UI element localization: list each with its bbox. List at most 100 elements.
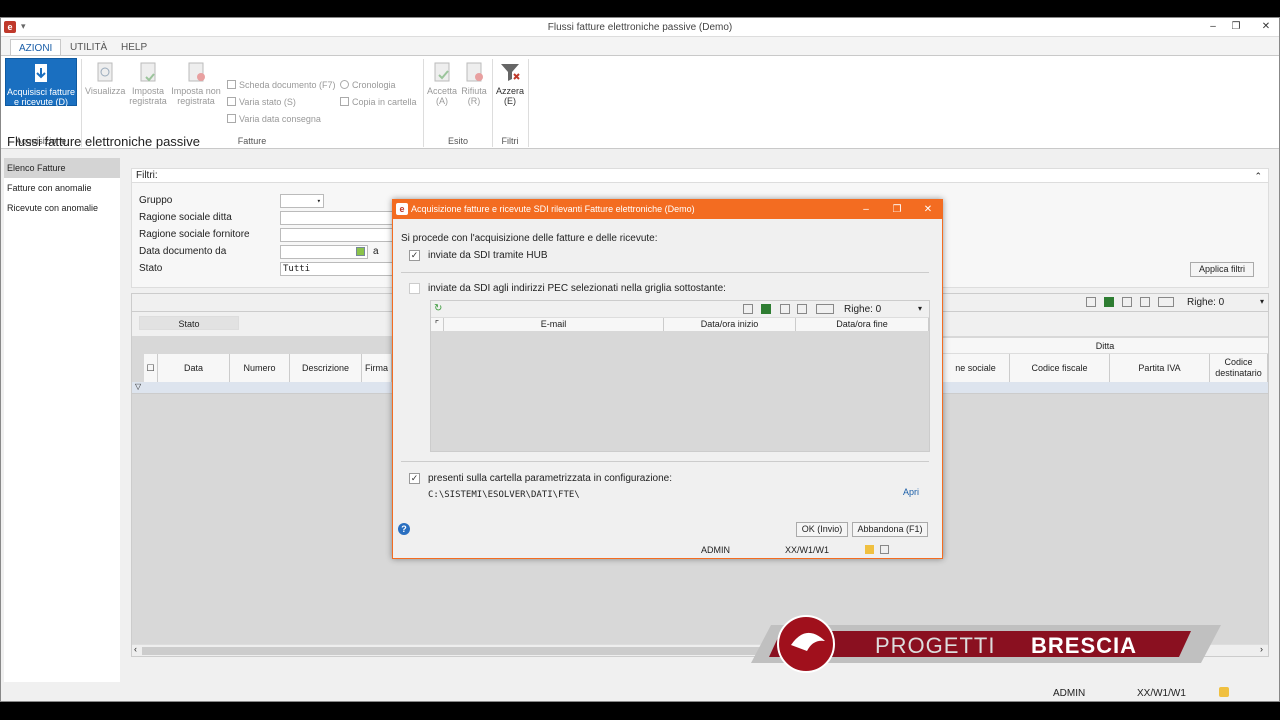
- col-firma[interactable]: Firma: [362, 354, 392, 382]
- dialog-separator: [401, 272, 929, 273]
- dialog-status-user: ADMIN: [701, 545, 730, 555]
- col-data[interactable]: Data: [158, 354, 230, 382]
- col-codice-destinatario[interactable]: Codice destinatario: [1210, 354, 1268, 382]
- pec-col-inizio[interactable]: Data/ora inizio: [664, 318, 796, 331]
- ribbon-separator: [528, 59, 529, 147]
- filter-icon: ▽: [135, 382, 142, 391]
- filter-options-icon[interactable]: [816, 304, 834, 314]
- left-nav: Elenco Fatture Fatture con anomalie Rice…: [4, 158, 120, 682]
- applica-filtri-button[interactable]: Applica filtri: [1190, 262, 1254, 277]
- accetta-button[interactable]: Accetta (A): [427, 58, 457, 106]
- imposta-nonreg-label-2: registrata: [177, 96, 215, 106]
- dialog-minimize-button[interactable]: –: [859, 200, 873, 219]
- rifiuta-button[interactable]: Rifiuta (R): [459, 58, 489, 106]
- collapse-icon[interactable]: ⌃: [1254, 169, 1262, 183]
- stato-label: Stato: [139, 263, 163, 274]
- chevron-down-icon[interactable]: ▾: [918, 304, 922, 313]
- tab-utilita[interactable]: UTILITÀ: [62, 39, 115, 56]
- scroll-left-icon[interactable]: ‹: [134, 644, 137, 654]
- col-partita-iva[interactable]: Partita IVA: [1110, 354, 1210, 382]
- screen: e ▾ Flussi fatture elettroniche passive …: [0, 0, 1280, 720]
- tab-azioni[interactable]: AZIONI: [10, 39, 62, 56]
- reject-icon: [466, 62, 483, 82]
- filter-options-icon[interactable]: [1158, 297, 1174, 307]
- filter-clear-icon: [501, 64, 520, 81]
- doc-check-icon: [140, 62, 156, 82]
- group-chip-label: Stato: [178, 319, 200, 329]
- pencil-icon[interactable]: [865, 545, 874, 554]
- rifiuta-label-1: Rifiuta: [461, 86, 487, 96]
- apri-link[interactable]: Apri: [903, 487, 919, 497]
- excel-icon[interactable]: [761, 304, 771, 314]
- refresh-icon[interactable]: ↻: [434, 303, 442, 314]
- varia-stato-button[interactable]: Varia stato (S): [227, 95, 296, 109]
- nav-fatture-anomalie[interactable]: Fatture con anomalie: [4, 178, 120, 198]
- stato-select[interactable]: Tutti: [280, 262, 394, 276]
- columns-icon[interactable]: [1122, 297, 1132, 307]
- imposta-registrata-button[interactable]: Imposta registrata: [128, 58, 168, 106]
- col-ragione-sociale[interactable]: ne sociale: [942, 354, 1010, 382]
- dialog-separator: [401, 461, 929, 462]
- pec-select-all-checkbox[interactable]: ⌜: [431, 318, 444, 331]
- varia-data-button[interactable]: Varia data consegna: [227, 112, 321, 126]
- ragione-ditta-input[interactable]: [280, 211, 394, 225]
- cronologia-button[interactable]: Cronologia: [340, 78, 396, 92]
- pec-col-email[interactable]: E-mail: [444, 318, 664, 331]
- col-numero[interactable]: Numero: [230, 354, 290, 382]
- tab-help[interactable]: HELP: [113, 39, 155, 56]
- group-chip-stato[interactable]: Stato: [139, 316, 239, 330]
- azzera-label-1: Azzera: [495, 86, 524, 96]
- nav-ricevute-anomalie[interactable]: Ricevute con anomalie: [4, 198, 120, 218]
- columns-icon[interactable]: [780, 304, 790, 314]
- visualizza-button[interactable]: Visualizza: [85, 58, 125, 96]
- minimize-button[interactable]: –: [1206, 20, 1220, 34]
- page-title: Flussi fatture elettroniche passive: [7, 134, 200, 149]
- dialog-maximize-button[interactable]: ❐: [890, 200, 904, 219]
- pencil-icon[interactable]: [1219, 687, 1229, 697]
- scroll-right-icon[interactable]: ›: [1260, 644, 1263, 654]
- dialog-title-bar: e Acquisizione fatture e ricevute SDI ri…: [393, 200, 942, 219]
- help-icon[interactable]: ?: [398, 523, 410, 535]
- maximize-button[interactable]: ❐: [1229, 20, 1243, 34]
- print-icon[interactable]: [743, 304, 753, 314]
- imposta-non-registrata-button[interactable]: Imposta non registrata: [169, 58, 223, 106]
- print-icon[interactable]: [1086, 297, 1096, 307]
- gruppo-select[interactable]: ▾: [280, 194, 324, 208]
- azzera-button[interactable]: Azzera (E): [495, 58, 525, 106]
- select-all-checkbox[interactable]: ☐: [144, 354, 158, 382]
- hub-checkbox[interactable]: ✓: [409, 250, 420, 261]
- ragione-fornitore-label: Ragione sociale fornitore: [139, 229, 250, 240]
- data-da-input[interactable]: [280, 245, 368, 259]
- doc-remove-icon: [188, 62, 205, 82]
- cronologia-label: Cronologia: [352, 80, 396, 90]
- window-title: Flussi fatture elettroniche passive (Dem…: [547, 22, 733, 33]
- close-button[interactable]: ✕: [1259, 20, 1273, 34]
- scheda-label: Scheda documento (F7): [239, 80, 336, 90]
- excel-icon[interactable]: [1104, 297, 1114, 307]
- abbandona-button[interactable]: Abbandona (F1): [852, 522, 928, 537]
- acquisisci-button[interactable]: Acquisisci fatture e ricevute (D): [5, 58, 77, 107]
- col-codice-fiscale[interactable]: Codice fiscale: [1010, 354, 1110, 382]
- ok-button[interactable]: OK (Invio): [796, 522, 848, 537]
- filters-header[interactable]: Filtri: ⌃: [132, 169, 1268, 183]
- ditta-band: Ditta: [942, 338, 1268, 354]
- acquisizione-dialog: e Acquisizione fatture e ricevute SDI ri…: [392, 199, 943, 559]
- pec-label: inviate da SDI agli indirizzi PEC selezi…: [428, 283, 726, 294]
- imposta-reg-label-1: Imposta: [131, 86, 164, 96]
- col-descrizione[interactable]: Descrizione: [290, 354, 362, 382]
- ribbon-separator: [423, 59, 424, 147]
- layout-icon[interactable]: [1140, 297, 1150, 307]
- chevron-down-icon[interactable]: ▾: [1260, 297, 1264, 306]
- cartella-checkbox[interactable]: ✓: [409, 473, 420, 484]
- layout-icon[interactable]: [797, 304, 807, 314]
- scheda-documento-button[interactable]: Scheda documento (F7): [227, 78, 336, 92]
- nav-elenco-fatture[interactable]: Elenco Fatture: [4, 158, 120, 178]
- copia-cartella-button[interactable]: Copia in cartella: [340, 95, 417, 109]
- calendar-icon[interactable]: [356, 247, 365, 256]
- dialog-close-button[interactable]: ✕: [921, 200, 935, 219]
- ragione-fornitore-input[interactable]: [280, 228, 394, 242]
- network-icon[interactable]: [880, 545, 889, 554]
- pec-checkbox[interactable]: [409, 283, 420, 294]
- varia-data-label: Varia data consegna: [239, 114, 321, 124]
- pec-col-fine[interactable]: Data/ora fine: [796, 318, 929, 331]
